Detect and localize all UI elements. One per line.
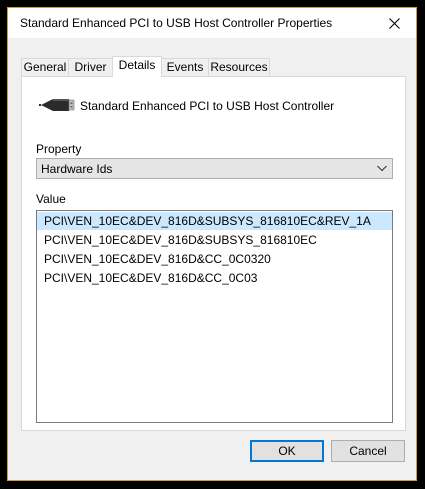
tab-events[interactable]: Events xyxy=(161,58,209,76)
usb-connector-icon xyxy=(39,99,75,111)
title-bar[interactable]: Standard Enhanced PCI to USB Host Contro… xyxy=(8,8,416,38)
property-selected-value: Hardware Ids xyxy=(41,162,113,176)
tab-details[interactable]: Details xyxy=(112,56,162,77)
tab-general[interactable]: General xyxy=(21,58,69,76)
list-item[interactable]: PCI\VEN_10EC&DEV_816D&CC_0C03 xyxy=(37,269,392,287)
details-panel: Standard Enhanced PCI to USB Host Contro… xyxy=(21,76,406,431)
close-icon xyxy=(388,17,400,29)
cancel-button[interactable]: Cancel xyxy=(331,440,405,462)
device-name: Standard Enhanced PCI to USB Host Contro… xyxy=(80,99,335,113)
close-button[interactable] xyxy=(372,8,416,38)
list-item[interactable]: PCI\VEN_10EC&DEV_816D&CC_0C0320 xyxy=(37,250,392,268)
window-title: Standard Enhanced PCI to USB Host Contro… xyxy=(20,16,333,30)
property-label: Property xyxy=(36,142,82,156)
properties-window: Standard Enhanced PCI to USB Host Contro… xyxy=(7,7,417,481)
tab-resources[interactable]: Resources xyxy=(208,58,270,76)
property-dropdown[interactable]: Hardware Ids xyxy=(36,158,393,179)
chevron-down-icon xyxy=(377,165,387,172)
tab-driver[interactable]: Driver xyxy=(68,58,113,76)
value-label: Value xyxy=(36,192,66,206)
list-item[interactable]: PCI\VEN_10EC&DEV_816D&SUBSYS_816810EC xyxy=(37,231,392,249)
value-listbox[interactable]: PCI\VEN_10EC&DEV_816D&SUBSYS_816810EC&RE… xyxy=(36,210,393,423)
list-item[interactable]: PCI\VEN_10EC&DEV_816D&SUBSYS_816810EC&RE… xyxy=(37,212,392,230)
ok-button[interactable]: OK xyxy=(250,440,324,462)
